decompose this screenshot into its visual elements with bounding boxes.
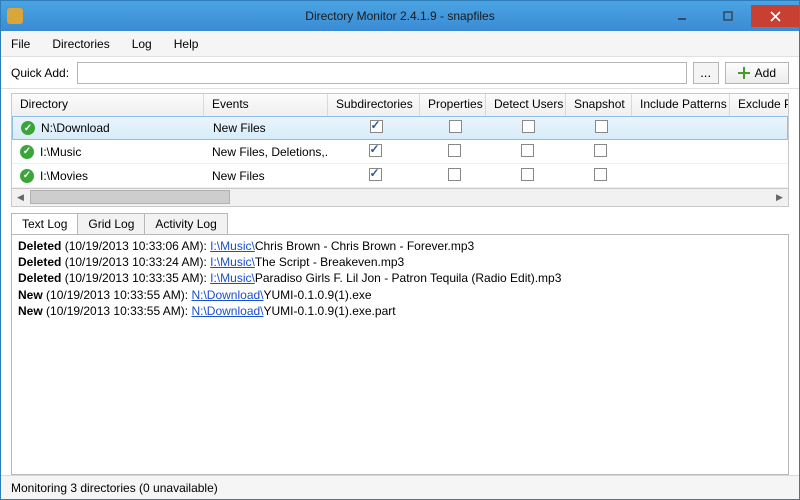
menu-file[interactable]: File [11, 37, 30, 51]
checkbox-detect-users[interactable] [521, 144, 534, 157]
scroll-right-arrow[interactable]: ▶ [771, 189, 788, 205]
checkbox-detect-users[interactable] [521, 168, 534, 181]
content-area: Directory Events Subdirectories Properti… [1, 89, 799, 475]
quickadd-input[interactable] [77, 62, 687, 84]
log-path-link[interactable]: N:\Download\ [191, 288, 263, 302]
window-title: Directory Monitor 2.4.1.9 - snapfiles [305, 9, 494, 23]
menu-log[interactable]: Log [132, 37, 152, 51]
events-cell: New Files, Deletions,... [204, 145, 328, 159]
checkbox-properties[interactable] [448, 144, 461, 157]
grid-header: Directory Events Subdirectories Properti… [12, 94, 788, 116]
log-line: Deleted (10/19/2013 10:33:24 AM): I:\Mus… [18, 254, 782, 270]
horizontal-scrollbar[interactable]: ◀ ▶ [11, 189, 789, 207]
events-cell: New Files [205, 121, 329, 135]
log-line: New (10/19/2013 10:33:55 AM): N:\Downloa… [18, 287, 782, 303]
checkbox-subdirectories[interactable] [369, 168, 382, 181]
log-path-link[interactable]: I:\Music\ [210, 255, 255, 269]
dir-path: I:\Music [40, 145, 81, 159]
log-path-link[interactable]: N:\Download\ [191, 304, 263, 318]
checkbox-snapshot[interactable] [594, 144, 607, 157]
browse-button[interactable]: ... [693, 62, 719, 84]
menu-directories[interactable]: Directories [52, 37, 109, 51]
toolbar: Quick Add: ... Add [1, 57, 799, 89]
scroll-thumb[interactable] [30, 190, 230, 204]
col-detect-users[interactable]: Detect Users [486, 94, 566, 116]
status-ok-icon: ✓ [20, 169, 34, 183]
add-button-label: Add [755, 66, 776, 80]
tab-activity-log[interactable]: Activity Log [144, 213, 227, 234]
log-path-link[interactable]: I:\Music\ [210, 239, 255, 253]
log-line: Deleted (10/19/2013 10:33:06 AM): I:\Mus… [18, 238, 782, 254]
table-row[interactable]: ✓ I:\Music New Files, Deletions,... [12, 140, 788, 164]
log-tabs: Text Log Grid Log Activity Log [11, 213, 789, 234]
col-properties[interactable]: Properties [420, 94, 486, 116]
statusbar: Monitoring 3 directories (0 unavailable) [1, 475, 799, 499]
tab-grid-log[interactable]: Grid Log [77, 213, 145, 234]
log-line: New (10/19/2013 10:33:55 AM): N:\Downloa… [18, 303, 782, 319]
tab-text-log[interactable]: Text Log [11, 213, 78, 234]
add-button[interactable]: Add [725, 62, 789, 84]
grid-body: ✓ N:\Download New Files ✓ I:\Music New Files,… [12, 116, 788, 188]
close-button[interactable] [751, 5, 799, 27]
log-line: Deleted (10/19/2013 10:33:35 AM): I:\Mus… [18, 270, 782, 286]
app-window: Directory Monitor 2.4.1.9 - snapfiles Fi… [0, 0, 800, 500]
table-row[interactable]: ✓ N:\Download New Files [12, 116, 788, 140]
plus-icon [738, 67, 750, 79]
table-row[interactable]: ✓ I:\Movies New Files [12, 164, 788, 188]
status-ok-icon: ✓ [21, 121, 35, 135]
menu-help[interactable]: Help [174, 37, 199, 51]
col-snapshot[interactable]: Snapshot [566, 94, 632, 116]
minimize-button[interactable] [659, 5, 705, 27]
log-path-link[interactable]: I:\Music\ [210, 271, 255, 285]
window-controls [659, 5, 799, 27]
checkbox-subdirectories[interactable] [370, 120, 383, 133]
status-ok-icon: ✓ [20, 145, 34, 159]
col-events[interactable]: Events [204, 94, 328, 116]
scroll-left-arrow[interactable]: ◀ [12, 189, 29, 205]
checkbox-subdirectories[interactable] [369, 144, 382, 157]
app-icon [7, 8, 23, 24]
log-textarea[interactable]: Deleted (10/19/2013 10:33:06 AM): I:\Mus… [11, 234, 789, 475]
status-text: Monitoring 3 directories (0 unavailable) [11, 481, 218, 495]
checkbox-properties[interactable] [448, 168, 461, 181]
col-exclude[interactable]: Exclude Pattern [730, 94, 788, 116]
checkbox-snapshot[interactable] [595, 120, 608, 133]
checkbox-detect-users[interactable] [522, 120, 535, 133]
col-directory[interactable]: Directory [12, 94, 204, 116]
col-subdirectories[interactable]: Subdirectories [328, 94, 420, 116]
titlebar[interactable]: Directory Monitor 2.4.1.9 - snapfiles [1, 1, 799, 31]
dir-path: I:\Movies [40, 169, 88, 183]
dir-path: N:\Download [41, 121, 110, 135]
directory-grid: Directory Events Subdirectories Properti… [11, 93, 789, 189]
checkbox-snapshot[interactable] [594, 168, 607, 181]
col-include[interactable]: Include Patterns [632, 94, 730, 116]
checkbox-properties[interactable] [449, 120, 462, 133]
maximize-button[interactable] [705, 5, 751, 27]
quickadd-label: Quick Add: [11, 66, 69, 80]
events-cell: New Files [204, 169, 328, 183]
menubar: File Directories Log Help [1, 31, 799, 57]
